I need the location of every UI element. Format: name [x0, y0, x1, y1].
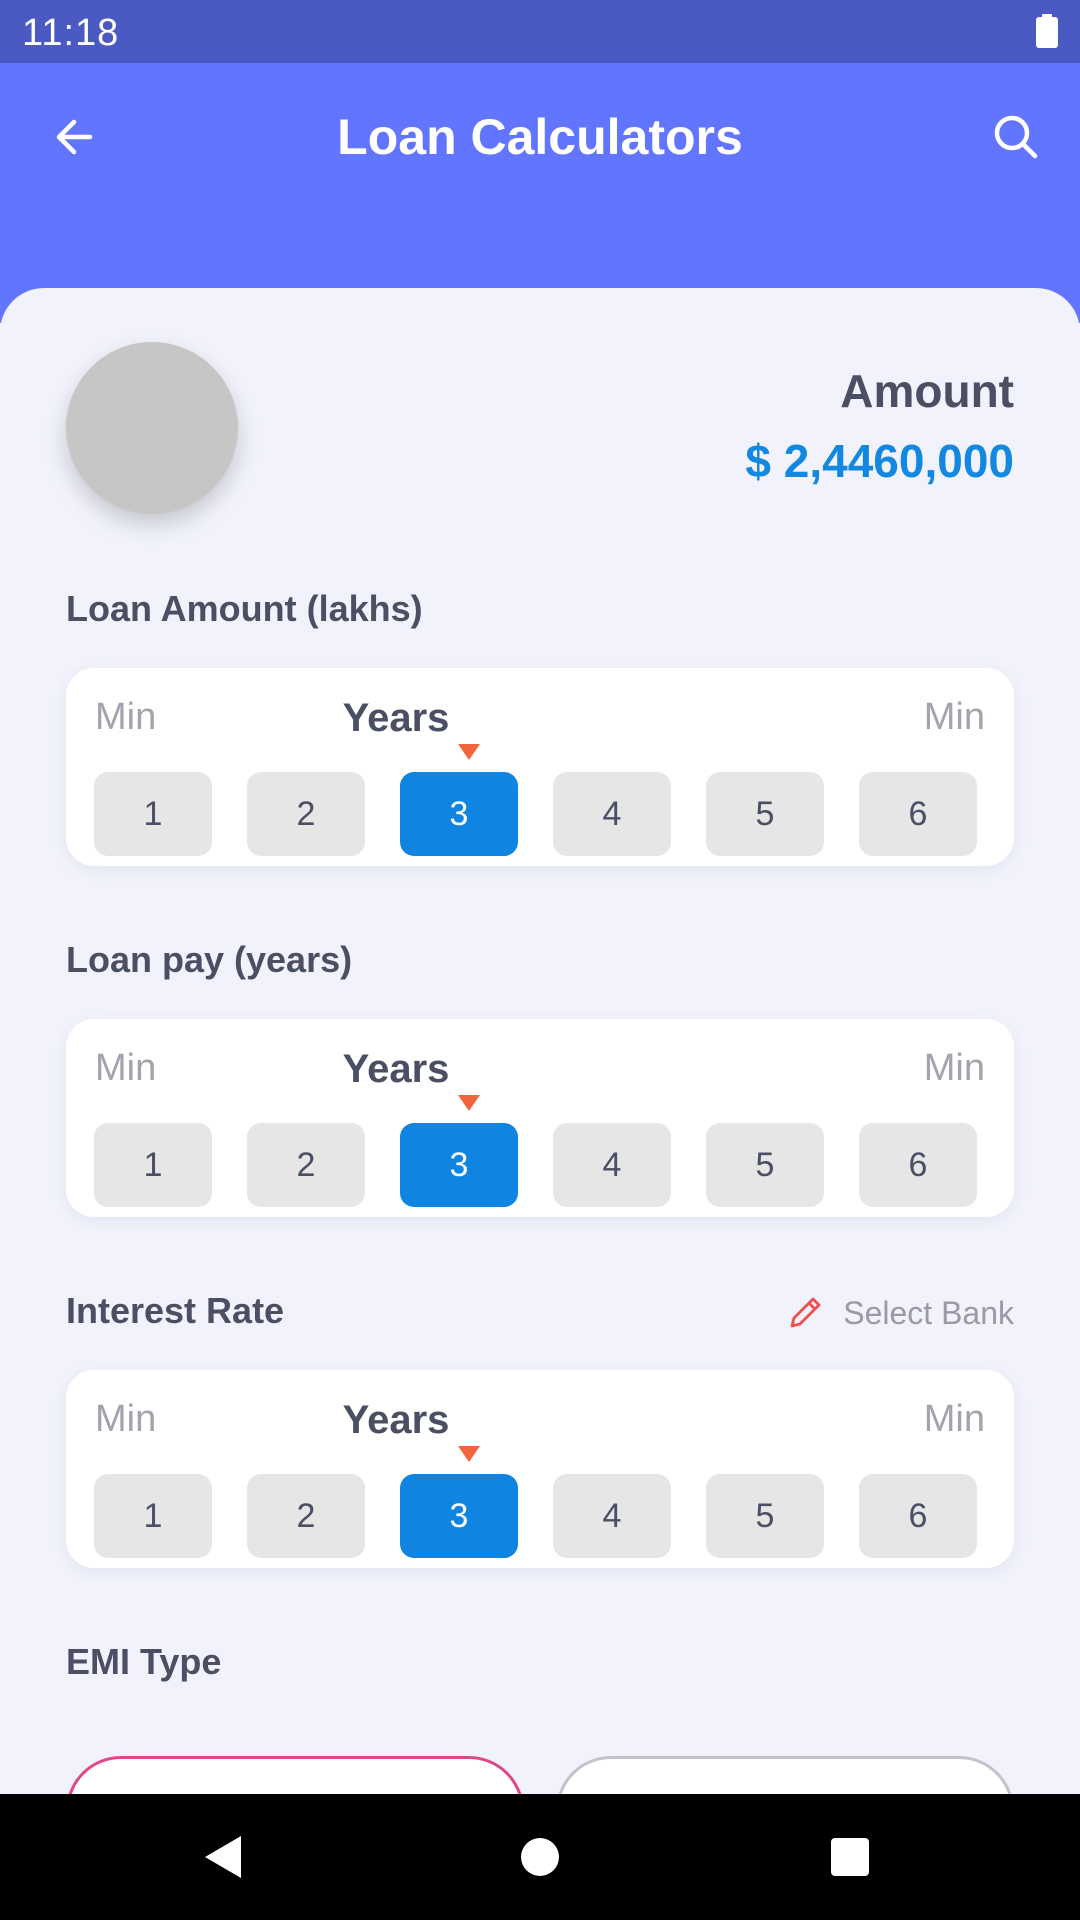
option-3-selected[interactable]: 3: [400, 1123, 518, 1207]
option-row: 1 2 3 4 5 6: [94, 1474, 977, 1558]
option-4[interactable]: 4: [553, 1123, 671, 1207]
selected-pointer-icon: [458, 744, 480, 760]
select-bank-label: Select Bank: [843, 1294, 1014, 1331]
system-nav-bar: [0, 1794, 1080, 1920]
years-label: Years: [342, 1047, 450, 1091]
status-bar: 11:18: [0, 0, 1080, 63]
option-3-selected[interactable]: 3: [400, 772, 518, 856]
nav-home-icon[interactable]: [521, 1838, 559, 1876]
pencil-icon: [790, 1297, 821, 1328]
content-sheet: Amount $ 2,4460,000 Loan Amount (lakhs) …: [0, 288, 1080, 1794]
loan-amount-selector: Min Years Min 1 2 3 4 5 6: [66, 668, 1014, 866]
option-row: 1 2 3 4 5 6: [94, 772, 977, 856]
selected-pointer-icon: [458, 1095, 480, 1111]
option-1[interactable]: 1: [94, 1123, 212, 1207]
option-3-selected[interactable]: 3: [400, 1474, 518, 1558]
option-1[interactable]: 1: [94, 1474, 212, 1558]
loan-pay-label: Loan pay (years): [66, 939, 353, 980]
emi-option-left-button[interactable]: [66, 1756, 524, 1794]
emi-type-label: EMI Type: [66, 1641, 222, 1682]
option-2[interactable]: 2: [247, 1123, 365, 1207]
option-2[interactable]: 2: [247, 1474, 365, 1558]
option-row: 1 2 3 4 5 6: [94, 1123, 977, 1207]
battery-icon: [1036, 14, 1058, 48]
nav-recents-icon[interactable]: [831, 1838, 869, 1876]
option-6[interactable]: 6: [859, 1123, 977, 1207]
amount-value: $ 2,4460,000: [745, 435, 1014, 487]
amount-label: Amount: [840, 365, 1014, 417]
option-5[interactable]: 5: [706, 1123, 824, 1207]
app-bar: Loan Calculators: [0, 63, 1080, 323]
min-label-right: Min: [923, 696, 985, 738]
option-4[interactable]: 4: [553, 772, 671, 856]
min-label-right: Min: [923, 1047, 985, 1089]
nav-back-icon[interactable]: [203, 1834, 243, 1880]
loan-pay-selector: Min Years Min 1 2 3 4 5 6: [66, 1019, 1014, 1217]
status-time: 11:18: [22, 12, 120, 54]
selected-pointer-icon: [458, 1446, 480, 1462]
page-title: Loan Calculators: [337, 109, 743, 165]
interest-rate-label: Interest Rate: [66, 1290, 285, 1331]
loan-amount-label: Loan Amount (lakhs): [66, 588, 423, 629]
interest-rate-selector: Min Years Min 1 2 3 4 5 6: [66, 1370, 1014, 1568]
option-1[interactable]: 1: [94, 772, 212, 856]
avatar[interactable]: [66, 342, 238, 514]
option-4[interactable]: 4: [553, 1474, 671, 1558]
option-6[interactable]: 6: [859, 772, 977, 856]
option-6[interactable]: 6: [859, 1474, 977, 1558]
select-bank-button[interactable]: Select Bank: [785, 1293, 1014, 1333]
years-label: Years: [342, 1398, 450, 1442]
search-button[interactable]: [982, 103, 1050, 171]
option-5[interactable]: 5: [706, 1474, 824, 1558]
option-5[interactable]: 5: [706, 772, 824, 856]
min-label-right: Min: [923, 1398, 985, 1440]
search-icon: [994, 115, 1038, 159]
option-2[interactable]: 2: [247, 772, 365, 856]
years-label: Years: [342, 696, 450, 740]
emi-option-right-button[interactable]: [556, 1756, 1014, 1794]
